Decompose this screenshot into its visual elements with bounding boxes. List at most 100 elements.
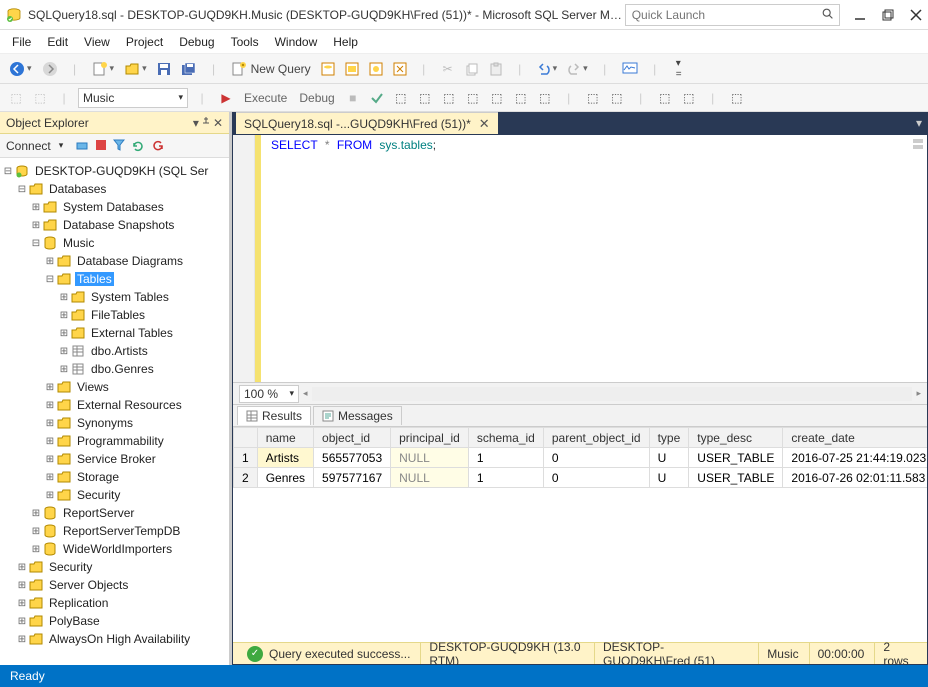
tree-genres[interactable]: dbo.Genres bbox=[89, 362, 156, 376]
col-type[interactable]: type bbox=[649, 428, 689, 448]
tree-reportservertmp[interactable]: ReportServerTempDB bbox=[61, 524, 182, 538]
tree-reportserver[interactable]: ReportServer bbox=[61, 506, 136, 520]
tree-extres[interactable]: External Resources bbox=[75, 398, 184, 412]
copy-button[interactable] bbox=[462, 58, 482, 80]
split-icon[interactable] bbox=[911, 137, 925, 151]
tree-storage[interactable]: Storage bbox=[75, 470, 121, 484]
tree-snapshots[interactable]: Database Snapshots bbox=[61, 218, 176, 232]
results-tab[interactable]: Results bbox=[237, 406, 311, 425]
tree-alwayson[interactable]: AlwaysOn High Availability bbox=[47, 632, 192, 646]
mdx-query-icon[interactable] bbox=[366, 58, 386, 80]
outdent-icon[interactable]: ⬚ bbox=[679, 87, 699, 109]
as-query-icon[interactable] bbox=[342, 58, 362, 80]
debug-label[interactable]: Debug bbox=[295, 91, 338, 105]
tree-synonyms[interactable]: Synonyms bbox=[75, 416, 135, 430]
quick-launch-search[interactable] bbox=[625, 4, 840, 26]
menu-view[interactable]: View bbox=[84, 35, 110, 49]
plan-icon-2[interactable]: ⬚ bbox=[415, 87, 435, 109]
plan-icon[interactable]: ⬚ bbox=[391, 87, 411, 109]
results-grid[interactable]: name object_id principal_id schema_id pa… bbox=[233, 427, 927, 642]
sql-editor[interactable]: SELECT * FROM sys.tables; bbox=[233, 135, 927, 383]
document-tab[interactable]: SQLQuery18.sql -...GUQD9KH\Fred (51))* ✕ bbox=[236, 112, 498, 134]
scroll-right-icon[interactable]: ▸ bbox=[916, 388, 921, 399]
comment-icon[interactable]: ⬚ bbox=[583, 87, 603, 109]
col-type-desc[interactable]: type_desc bbox=[689, 428, 783, 448]
rownum-header[interactable] bbox=[234, 428, 258, 448]
tree-exttables[interactable]: External Tables bbox=[89, 326, 175, 340]
tree-databases[interactable]: Databases bbox=[47, 182, 108, 196]
tree-replication[interactable]: Replication bbox=[47, 596, 110, 610]
db-engine-query-icon[interactable] bbox=[318, 58, 338, 80]
tree-diagrams[interactable]: Database Diagrams bbox=[75, 254, 185, 268]
tab-close-icon[interactable]: ✕ bbox=[479, 116, 490, 132]
filter-icon[interactable] bbox=[113, 139, 125, 153]
change-connection-icon[interactable]: ⬚ bbox=[6, 87, 26, 109]
pin-icon[interactable] bbox=[201, 116, 211, 130]
execute-label[interactable]: Execute bbox=[240, 91, 291, 105]
menu-edit[interactable]: Edit bbox=[47, 35, 68, 49]
sync-icon[interactable] bbox=[151, 139, 165, 153]
menu-project[interactable]: Project bbox=[126, 35, 163, 49]
scroll-left-icon[interactable]: ◂ bbox=[303, 388, 308, 399]
col-parent-object-id[interactable]: parent_object_id bbox=[543, 428, 649, 448]
refresh-icon[interactable] bbox=[131, 139, 145, 153]
open-button[interactable]: ▾ bbox=[121, 58, 150, 80]
tree-serverobj[interactable]: Server Objects bbox=[47, 578, 130, 592]
parse-button[interactable] bbox=[367, 87, 387, 109]
col-create-date[interactable]: create_date bbox=[783, 428, 927, 448]
uncomment-icon[interactable]: ⬚ bbox=[607, 87, 627, 109]
execute-button[interactable]: ▶ bbox=[216, 87, 236, 109]
object-tree[interactable]: ⊟DESKTOP-GUQD9KH (SQL Ser ⊟Databases ⊞Sy… bbox=[0, 158, 229, 665]
sql-text[interactable]: SELECT * FROM sys.tables; bbox=[261, 135, 446, 382]
tab-overflow-icon[interactable]: ▾ bbox=[910, 116, 928, 130]
tree-wwi[interactable]: WideWorldImporters bbox=[61, 542, 174, 556]
tree-systables[interactable]: System Tables bbox=[89, 290, 171, 304]
tree-views[interactable]: Views bbox=[75, 380, 111, 394]
col-principal-id[interactable]: principal_id bbox=[391, 428, 469, 448]
stop-button[interactable]: ■ bbox=[343, 87, 363, 109]
menu-file[interactable]: File bbox=[12, 35, 31, 49]
tree-artists[interactable]: dbo.Artists bbox=[89, 344, 150, 358]
tree-music[interactable]: Music bbox=[61, 236, 96, 250]
results-grid-icon[interactable]: ⬚ bbox=[511, 87, 531, 109]
zoom-combo[interactable]: 100 %▾ bbox=[239, 385, 299, 403]
stats-icon[interactable]: ⬚ bbox=[439, 87, 459, 109]
menu-window[interactable]: Window bbox=[275, 35, 318, 49]
toolbar-overflow-icon[interactable]: ▾= bbox=[669, 58, 689, 80]
panel-dropdown-icon[interactable]: ▾ bbox=[193, 116, 199, 130]
tree-filetables[interactable]: FileTables bbox=[89, 308, 147, 322]
menu-tools[interactable]: Tools bbox=[231, 35, 259, 49]
tree-sysdb[interactable]: System Databases bbox=[61, 200, 166, 214]
menu-debug[interactable]: Debug bbox=[179, 35, 214, 49]
save-all-button[interactable] bbox=[178, 58, 200, 80]
nav-back-button[interactable]: ▾ bbox=[6, 58, 35, 80]
grid-row[interactable]: 2 Genres 597577167 NULL 1 0 U USER_TABLE… bbox=[234, 468, 928, 488]
h-scrollbar[interactable] bbox=[312, 387, 913, 401]
available-db-icon[interactable]: ⬚ bbox=[30, 87, 50, 109]
close-button[interactable] bbox=[910, 9, 922, 21]
results-text-icon[interactable]: ⬚ bbox=[487, 87, 507, 109]
messages-tab[interactable]: Messages bbox=[313, 406, 402, 425]
tree-polybase[interactable]: PolyBase bbox=[47, 614, 102, 628]
include-plan-icon[interactable]: ⬚ bbox=[463, 87, 483, 109]
new-query-button[interactable]: New Query bbox=[228, 58, 314, 80]
connect-button[interactable]: Connect bbox=[6, 139, 51, 153]
disconnect-icon[interactable] bbox=[75, 139, 89, 153]
indent-icon[interactable]: ⬚ bbox=[655, 87, 675, 109]
tree-sb[interactable]: Service Broker bbox=[75, 452, 158, 466]
maximize-button[interactable] bbox=[882, 9, 894, 21]
activity-monitor-icon[interactable] bbox=[619, 58, 641, 80]
undo-button[interactable]: ▾ bbox=[534, 58, 561, 80]
menu-help[interactable]: Help bbox=[333, 35, 358, 49]
tree-security[interactable]: Security bbox=[75, 488, 122, 502]
quick-launch-input[interactable] bbox=[632, 5, 817, 25]
redo-button[interactable]: ▾ bbox=[564, 58, 591, 80]
col-name[interactable]: name bbox=[257, 428, 313, 448]
tree-server[interactable]: DESKTOP-GUQD9KH (SQL Ser bbox=[33, 164, 210, 178]
database-combo[interactable]: Music▾ bbox=[78, 88, 188, 108]
tree-security2[interactable]: Security bbox=[47, 560, 94, 574]
tree-prog[interactable]: Programmability bbox=[75, 434, 166, 448]
col-schema-id[interactable]: schema_id bbox=[468, 428, 543, 448]
panel-close-icon[interactable]: ✕ bbox=[213, 116, 223, 130]
grid-row[interactable]: 1 Artists 565577053 NULL 1 0 U USER_TABL… bbox=[234, 448, 928, 468]
